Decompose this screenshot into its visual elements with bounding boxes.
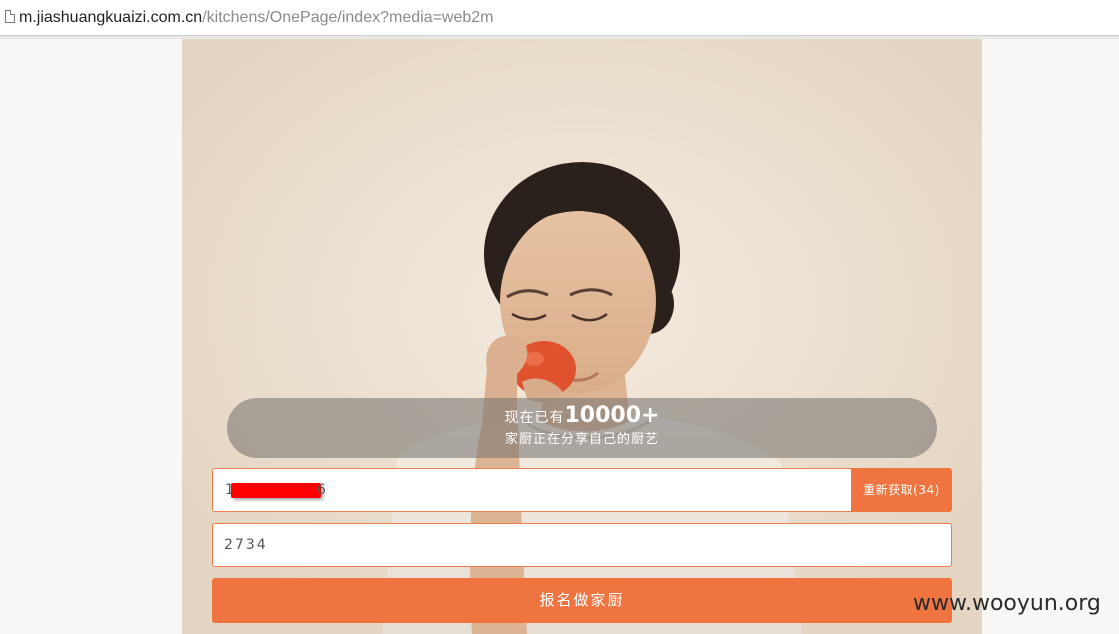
hero-section: 现在已有10000+ 家厨正在分享自己的厨艺 1 6 重新获取(34) 2734…: [182, 39, 982, 634]
page-icon: [5, 10, 15, 23]
signup-button[interactable]: 报名做家厨: [212, 578, 952, 623]
stats-banner: 现在已有10000+ 家厨正在分享自己的厨艺: [227, 398, 937, 458]
url-path: /kitchens/OnePage/index?media=web2m: [202, 9, 494, 26]
url-host: m.jiashuangkuaizi.com.cn: [19, 9, 203, 26]
phone-input[interactable]: 1 6: [212, 468, 852, 512]
stats-headline: 现在已有10000+: [227, 404, 937, 430]
phone-row: 1 6 重新获取(34): [212, 468, 952, 512]
url-text[interactable]: m.jiashuangkuaizi.com.cn/kitchens/OnePag…: [19, 8, 494, 28]
watermark: www.wooyun.org: [913, 591, 1101, 616]
verification-code-input[interactable]: 2734: [212, 523, 952, 567]
address-bar[interactable]: m.jiashuangkuaizi.com.cn/kitchens/OnePag…: [0, 0, 1119, 36]
stats-number: 10000+: [564, 403, 660, 428]
stats-prefix: 现在已有: [504, 410, 565, 426]
resend-code-button[interactable]: 重新获取(34): [851, 468, 952, 512]
phone-visible-end: 6: [317, 482, 328, 498]
redaction-bar: [231, 483, 321, 498]
stats-subtitle: 家厨正在分享自己的厨艺: [504, 432, 659, 447]
